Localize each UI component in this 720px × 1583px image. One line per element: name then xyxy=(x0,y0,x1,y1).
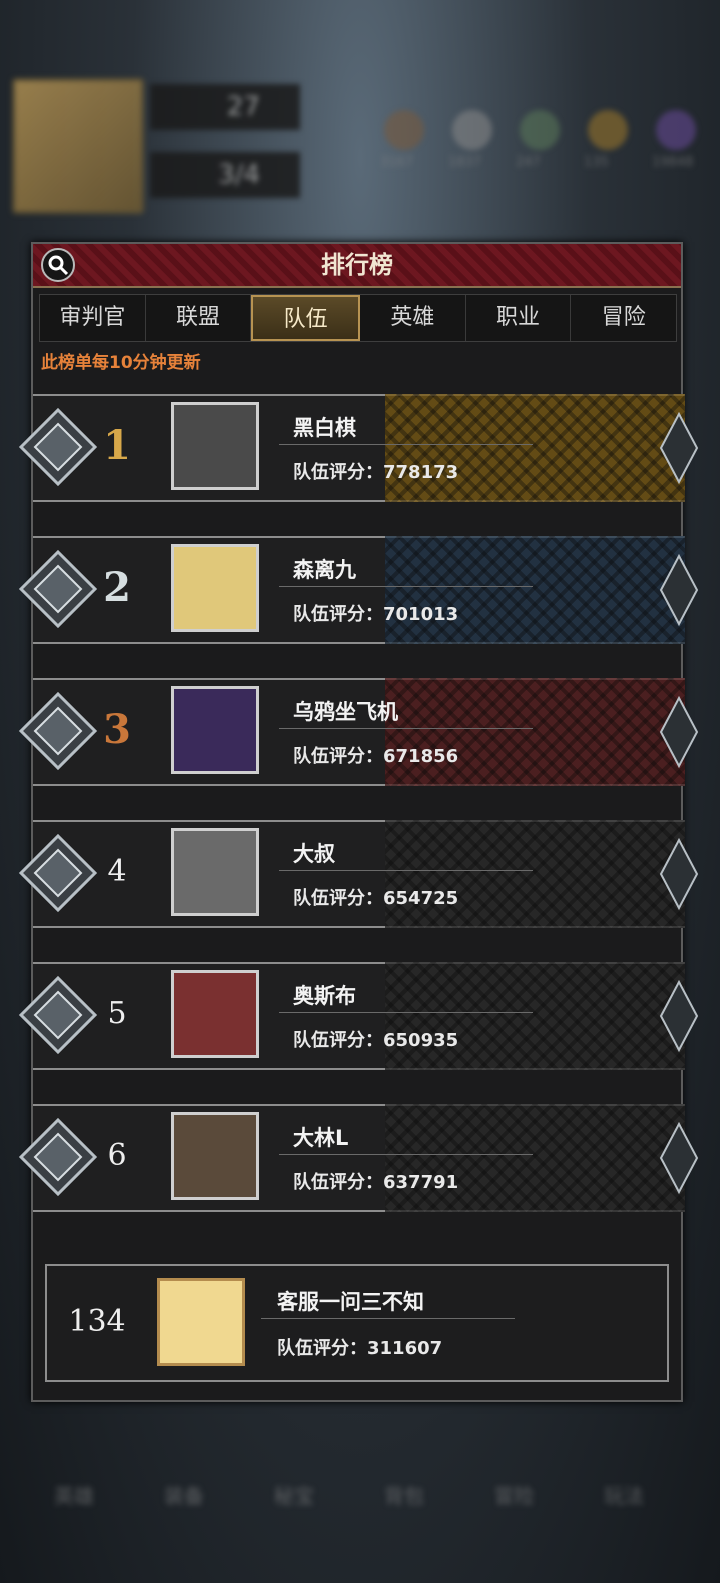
self-rank-number: 134 xyxy=(68,1304,126,1339)
tab-class[interactable]: 职业 xyxy=(466,295,572,341)
row-glow xyxy=(385,678,685,786)
self-player-name: 客服一问三不知 xyxy=(277,1290,424,1314)
rank-number: 3 xyxy=(103,706,131,753)
player-name: 大林L xyxy=(293,1126,349,1150)
nav-item: 秘宝 xyxy=(274,1484,314,1508)
resource-amount: 247 xyxy=(516,155,541,170)
nav-item: 英雄 xyxy=(54,1484,94,1508)
rank-number: 4 xyxy=(107,854,127,889)
player-avatar[interactable] xyxy=(171,970,259,1058)
update-note: 此榜单每10分钟更新 xyxy=(41,353,201,373)
self-avatar[interactable] xyxy=(157,1278,245,1366)
nav-item: 背包 xyxy=(384,1484,424,1508)
resource-icon xyxy=(656,110,696,150)
rank-number: 1 xyxy=(103,422,131,469)
divider xyxy=(279,1154,533,1155)
ranking-row[interactable]: 2 森离九队伍评分：701013 xyxy=(17,526,701,654)
resource-icon xyxy=(520,110,560,150)
player-portrait xyxy=(12,78,144,214)
player-name: 奥斯布 xyxy=(293,984,356,1008)
nav-item: 装备 xyxy=(164,1484,204,1508)
team-score: 队伍评分：671856 xyxy=(293,746,459,767)
energy-badge: 3/4 xyxy=(150,152,300,198)
player-name: 大叔 xyxy=(293,842,335,866)
rank-gem-icon xyxy=(659,412,699,484)
rank-number: 2 xyxy=(103,564,131,611)
search-icon xyxy=(48,255,69,276)
player-avatar[interactable] xyxy=(171,1112,259,1200)
rank-gem-icon xyxy=(659,696,699,768)
ranking-row[interactable]: 5 奥斯布队伍评分：650935 xyxy=(17,952,701,1080)
row-glow xyxy=(385,536,685,644)
tab-hero[interactable]: 英雄 xyxy=(360,295,466,341)
nav-item: 冒险 xyxy=(494,1484,534,1508)
row-glow xyxy=(385,820,685,928)
resource-icon xyxy=(588,110,628,150)
ranking-row[interactable]: 1 黑白棋队伍评分：778173 xyxy=(17,384,701,512)
panel-title: 排行榜 xyxy=(321,251,393,279)
player-avatar[interactable] xyxy=(171,828,259,916)
rank-gem-icon xyxy=(659,838,699,910)
search-button[interactable] xyxy=(41,248,75,282)
leaderboard-panel: 排行榜 审判官 联盟 队伍 英雄 职业 冒险 此榜单每10分钟更新 1 黑白棋 队伍… xyxy=(18,242,699,1402)
rank-gem-icon xyxy=(659,1122,699,1194)
tab-judge[interactable]: 审判官 xyxy=(40,295,146,341)
ranking-row[interactable]: 4 大叔队伍评分：654725 xyxy=(17,810,701,938)
tab-team[interactable]: 队伍 xyxy=(251,295,361,341)
team-score: 队伍评分：650935 xyxy=(293,1030,459,1051)
self-team-score: 队伍评分：311607 xyxy=(277,1338,443,1359)
team-score: 队伍评分：637791 xyxy=(293,1172,459,1193)
self-rank-row[interactable]: 134 客服一问三不知 队伍评分：311607 xyxy=(45,1264,669,1382)
resource-icon xyxy=(384,110,424,150)
divider xyxy=(279,870,533,871)
title-bar: 排行榜 xyxy=(33,244,681,288)
resource-amount: 19848 xyxy=(652,155,694,170)
row-glow xyxy=(385,962,685,1070)
row-glow xyxy=(385,1104,685,1212)
player-avatar[interactable] xyxy=(171,544,259,632)
divider xyxy=(279,586,533,587)
resource-amount: 3167 xyxy=(380,155,414,170)
rank-gem-icon xyxy=(659,554,699,626)
tab-adventure[interactable]: 冒险 xyxy=(571,295,676,341)
resource-icon xyxy=(452,110,492,150)
player-name: 黑白棋 xyxy=(293,416,356,440)
rank-number: 5 xyxy=(107,996,127,1031)
rank-gem-icon xyxy=(659,980,699,1052)
divider xyxy=(279,1012,533,1013)
divider xyxy=(261,1318,515,1319)
row-glow xyxy=(385,394,685,502)
player-avatar[interactable] xyxy=(171,686,259,774)
ranking-row[interactable]: 6 大林L 队伍评分：637791 xyxy=(17,1094,701,1222)
resource-amount: 135 xyxy=(584,155,609,170)
player-name: 乌鸦坐飞机 xyxy=(293,700,398,724)
tab-alliance[interactable]: 联盟 xyxy=(146,295,252,341)
team-score: 队伍评分：701013 xyxy=(293,604,459,625)
divider xyxy=(279,728,533,729)
tab-bar: 审判官 联盟 队伍 英雄 职业 冒险 xyxy=(39,294,677,342)
level-badge: 27 xyxy=(150,84,300,130)
resource-amount: 1837 xyxy=(448,155,482,170)
player-avatar[interactable] xyxy=(171,402,259,490)
team-score: 队伍评分：778173 xyxy=(293,462,459,483)
ranking-row[interactable]: 3 乌鸦坐飞机队伍评分：671856 xyxy=(17,668,701,796)
rank-number: 6 xyxy=(107,1138,127,1173)
player-name: 森离九 xyxy=(293,558,356,582)
divider xyxy=(279,444,533,445)
nav-item: 玩法 xyxy=(604,1484,644,1508)
team-score: 队伍评分：654725 xyxy=(293,888,459,909)
